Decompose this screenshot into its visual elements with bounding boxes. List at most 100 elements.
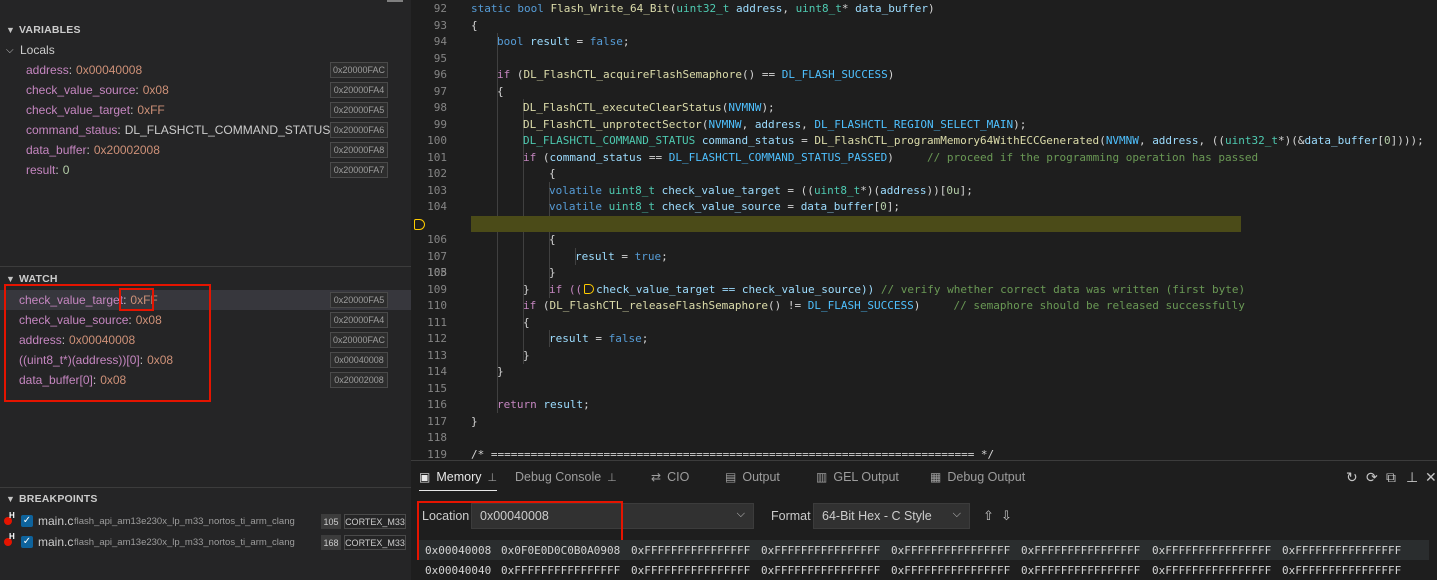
breakpoint-enabled-checkbox[interactable]: ✓ <box>21 515 33 527</box>
breakpoint-enabled-checkbox[interactable]: ✓ <box>21 536 33 548</box>
chevron-down-icon[interactable]: ⌵ <box>953 508 961 521</box>
tab-output[interactable]: ▤ Output <box>725 461 780 493</box>
memory-cell[interactable]: 0xFFFFFFFFFFFFFFFF <box>1152 564 1271 577</box>
code-line[interactable]: 92 static bool Flash_Write_64_Bit(uint32_… <box>411 1 1437 18</box>
watch-expression-address[interactable]: address: 0x00040008 0x20000FAC <box>0 330 411 350</box>
memory-icon: ▣ <box>419 470 431 484</box>
code-line[interactable]: 99 DL_FlashCTL_unprotectSector(NVMNW, add… <box>411 117 1437 134</box>
watch-section-header[interactable]: ▼ WATCH <box>0 268 411 290</box>
breakpoint-current-arrow-icon[interactable] <box>414 218 425 230</box>
code-line[interactable]: 117} <box>411 414 1437 431</box>
local-variable-check-value-target[interactable]: check_value_target: 0xFF 0x20000FA5 <box>0 100 411 120</box>
code-text: volatile uint8_t check_value_source = da… <box>549 200 901 213</box>
memory-cell[interactable]: 0xFFFFFFFFFFFFFFFF <box>891 564 1010 577</box>
pin-icon[interactable]: ⊥ <box>488 471 498 484</box>
code-line[interactable]: 93 { <box>411 18 1437 35</box>
memory-cell[interactable]: 0xFFFFFFFFFFFFFFFF <box>761 544 880 557</box>
current-execution-line[interactable]: 105 if ((check_value_target == check_val… <box>411 215 1437 296</box>
code-line[interactable]: 119 /* ==================================… <box>411 447 1437 461</box>
breakpoint-file: main.c <box>38 514 74 528</box>
breakpoint-item[interactable]: H ✓ main.c flash_api_am13e230x_lp_m33_no… <box>0 511 411 531</box>
tab-cio[interactable]: ⇄ CIO <box>651 461 689 493</box>
memory-cell[interactable]: 0xFFFFFFFFFFFFFFFF <box>1152 544 1271 557</box>
close-icon[interactable]: ✕ <box>1425 469 1437 486</box>
breakpoint-item[interactable]: H ✓ main.c flash_api_am13e230x_lp_m33_no… <box>0 532 411 552</box>
code-line[interactable]: 115 <box>411 381 1437 398</box>
code-line[interactable]: 106 { <box>411 232 1437 249</box>
tab-memory[interactable]: ▣ Memory ⊥ <box>419 461 498 493</box>
hardware-breakpoint-icon: H <box>9 511 15 520</box>
variable-address-badge: 0x20000FA8 <box>330 142 388 158</box>
new-window-icon[interactable]: ⧉ <box>1386 469 1396 486</box>
code-line[interactable]: 94 bool result = false; <box>411 34 1437 51</box>
local-variable-address[interactable]: address: 0x00040008 0x20000FAC <box>0 60 411 80</box>
refresh-icon[interactable]: ↻ <box>1346 469 1358 486</box>
memory-cell[interactable]: 0xFFFFFFFFFFFFFFFF <box>1021 564 1140 577</box>
code-text: } <box>471 414 478 428</box>
watch-expression-flash-byte[interactable]: ((uint8_t*)(address))[0]: 0x08 0x0004000… <box>0 350 411 370</box>
code-editor[interactable]: 92 static bool Flash_Write_64_Bit(uint32_… <box>411 0 1437 460</box>
memory-row[interactable]: 0x00040008 0x0F0E0D0C0B0A0908 0xFFFFFFFF… <box>419 540 1429 560</box>
sash-handle[interactable] <box>387 0 403 2</box>
code-line[interactable]: 108} <box>411 265 1437 282</box>
memory-cell[interactable]: 0xFFFFFFFFFFFFFFFF <box>1282 564 1401 577</box>
code-line[interactable]: 103 volatile uint8_t check_value_target =… <box>411 183 1437 200</box>
code-line[interactable]: 116 return result; <box>411 397 1437 414</box>
watch-address-badge: 0x00040008 <box>330 352 388 368</box>
code-line[interactable]: 97 { <box>411 84 1437 101</box>
code-line[interactable]: 95 <box>411 51 1437 68</box>
chevron-down-icon: ⌵ <box>6 44 14 56</box>
locals-scope[interactable]: ⌵ Locals <box>0 40 411 60</box>
variables-section-header[interactable]: ▼ VARIABLES <box>0 19 411 41</box>
code-line[interactable]: 111 { <box>411 315 1437 332</box>
memory-cell[interactable]: 0xFFFFFFFFFFFFFFFF <box>1021 544 1140 557</box>
code-line[interactable]: 109} <box>411 282 1437 299</box>
code-line[interactable]: 118 <box>411 430 1437 447</box>
pin-icon[interactable]: ⊥ <box>1406 469 1418 486</box>
pin-icon[interactable]: ⊥ <box>607 471 617 484</box>
variable-address-badge: 0x20000FA7 <box>330 162 388 178</box>
sync-icon[interactable]: ⟳ <box>1366 469 1378 486</box>
arrow-down-circle-icon[interactable]: ⇩ <box>1001 508 1012 524</box>
watch-expression-check-value-source[interactable]: check_value_source: 0x08 0x20000FA4 <box>0 310 411 330</box>
code-line[interactable]: 100 DL_FLASHCTL_COMMAND_STATUS command_st… <box>411 133 1437 150</box>
code-line[interactable]: 101 if (command_status == DL_FLASHCTL_COM… <box>411 150 1437 167</box>
breakpoints-title: BREAKPOINTS <box>19 493 98 505</box>
memory-cell[interactable]: 0xFFFFFFFFFFFFFFFF <box>891 544 1010 557</box>
code-line[interactable]: 113} <box>411 348 1437 365</box>
arrow-up-circle-icon[interactable]: ⇧ <box>983 508 994 524</box>
code-line[interactable]: 112 result = false; <box>411 331 1437 348</box>
code-text: } <box>523 348 530 362</box>
code-line[interactable]: 98 DL_FlashCTL_executeClearStatus(NVMNW); <box>411 100 1437 117</box>
local-variable-result[interactable]: result: 0 0x20000FA7 <box>0 160 411 180</box>
code-line[interactable]: 107 result = true; <box>411 249 1437 266</box>
memory-cell[interactable]: 0xFFFFFFFFFFFFFFFF <box>631 544 750 557</box>
format-select[interactable]: 64-Bit Hex - C Style ⌵ <box>813 503 970 529</box>
memory-cell[interactable]: 0xFFFFFFFFFFFFFFFF <box>631 564 750 577</box>
watch-expression-value: 0x00040008 <box>69 333 136 347</box>
location-input[interactable]: 0x00040008 ⌵ <box>471 503 754 529</box>
tab-debug-output[interactable]: ▦ Debug Output <box>930 461 1025 493</box>
local-variable-data-buffer[interactable]: data_buffer: 0x20002008 0x20000FA8 <box>0 140 411 160</box>
watch-expression-value: 0xFF <box>130 293 158 307</box>
memory-cell[interactable]: 0xFFFFFFFFFFFFFFFF <box>761 564 880 577</box>
code-text: } <box>523 282 530 296</box>
code-line[interactable]: 104 volatile uint8_t check_value_source =… <box>411 199 1437 216</box>
local-variable-command-status[interactable]: command_status: DL_FLASHCTL_COMMAND_STAT… <box>0 120 411 140</box>
memory-cell[interactable]: 0x0F0E0D0C0B0A0908 <box>501 544 620 557</box>
code-line[interactable]: 110 if (DL_FlashCTL_releaseFlashSemaphore… <box>411 298 1437 315</box>
local-variable-check-value-source[interactable]: check_value_source: 0x08 0x20000FA4 <box>0 80 411 100</box>
memory-cell[interactable]: 0xFFFFFFFFFFFFFFFF <box>501 564 620 577</box>
code-line[interactable]: 96 if (DL_FlashCTL_acquireFlashSemaphore(… <box>411 67 1437 84</box>
code-line[interactable]: 114} <box>411 364 1437 381</box>
tab-gel-output[interactable]: ▥ GEL Output <box>816 461 899 493</box>
tab-debug-console[interactable]: Debug Console ⊥ <box>515 461 617 493</box>
memory-row[interactable]: 0x00040040 0xFFFFFFFFFFFFFFFF 0xFFFFFFFF… <box>419 560 1429 580</box>
chevron-down-icon[interactable]: ⌵ <box>737 508 745 521</box>
watch-expression-check-value-target[interactable]: check_value_target: 0xFF 0x20000FA5 <box>0 290 411 310</box>
watch-expression-data-buffer-0[interactable]: data_buffer[0]: 0x08 0x20002008 <box>0 370 411 390</box>
breakpoints-section-header[interactable]: ▼ BREAKPOINTS <box>0 488 411 510</box>
memory-cell[interactable]: 0xFFFFFFFFFFFFFFFF <box>1282 544 1401 557</box>
debug-sidebar: ▼ VARIABLES ⌵ Locals address: 0x00040008… <box>0 0 411 580</box>
code-line[interactable]: 102 { <box>411 166 1437 183</box>
